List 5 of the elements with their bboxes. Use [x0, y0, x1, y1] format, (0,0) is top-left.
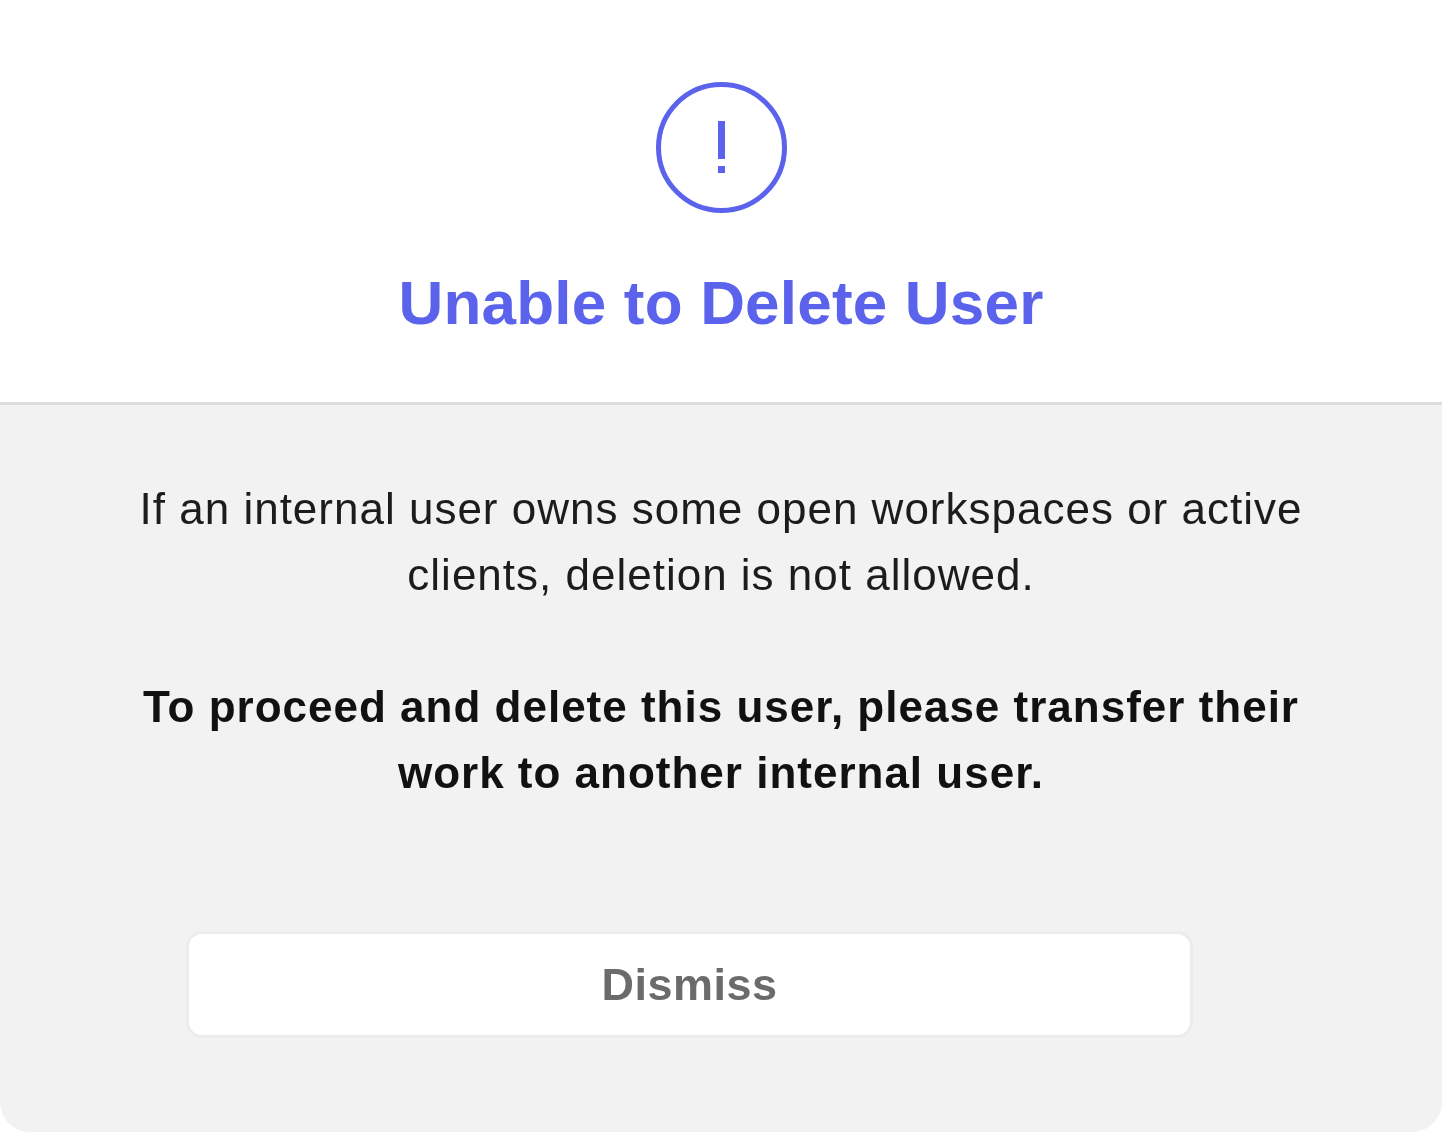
alert-icon [655, 82, 787, 213]
dialog-title: Unable to Delete User [398, 268, 1044, 338]
message-text: If an internal user owns some open workspaces or active clients, deletion is not allowed. [138, 483, 1304, 601]
dismiss-button[interactable]: Dismiss [186, 931, 1193, 1038]
instruction-text: To proceed and delete this user, please transfer their work to another internal user. [142, 681, 1300, 799]
